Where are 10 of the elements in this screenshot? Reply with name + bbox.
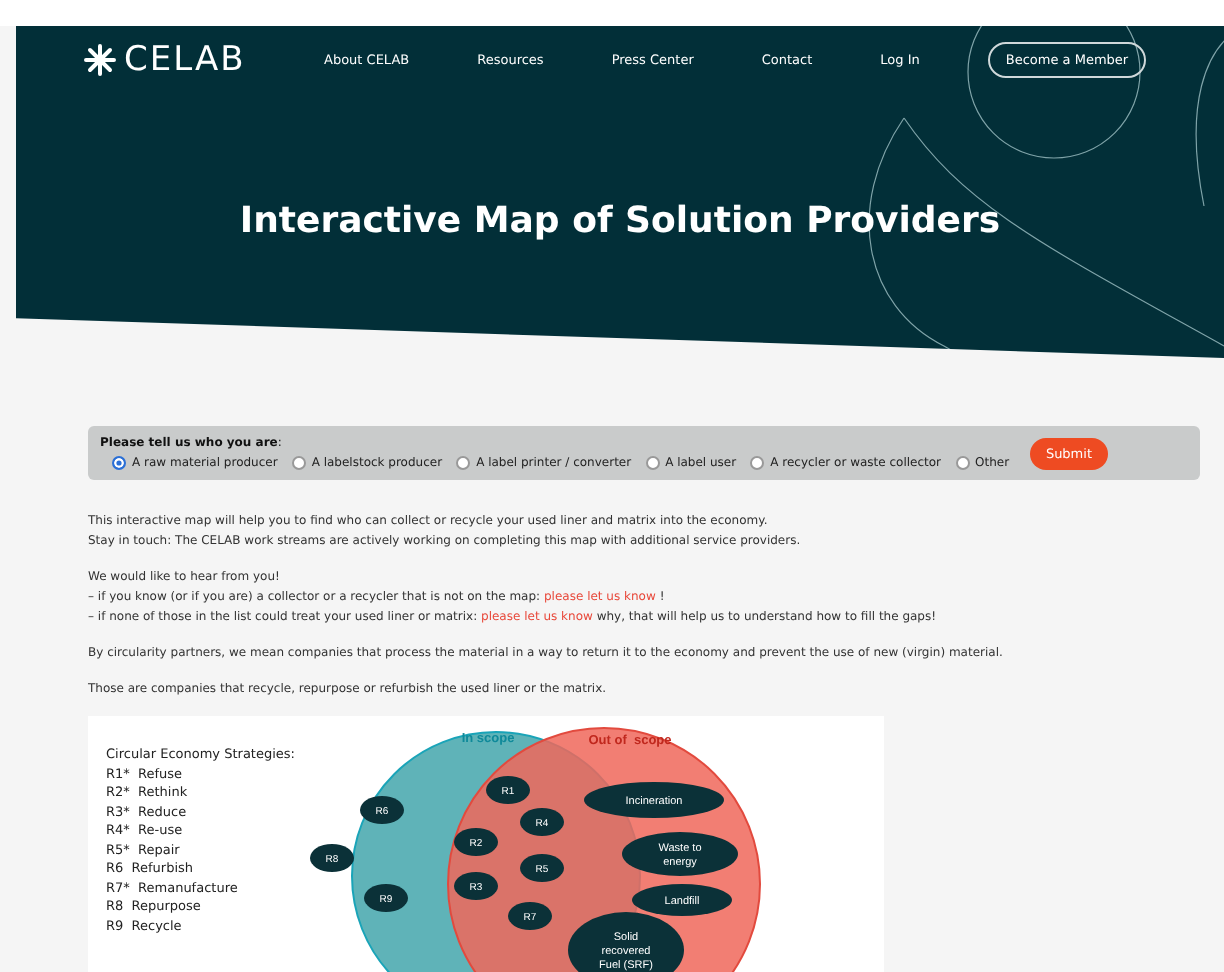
radio-button[interactable] [291, 456, 306, 470]
snowflake-icon [84, 44, 116, 76]
radio-button[interactable] [750, 456, 765, 470]
page-title: Interactive Map of Solution Providers [237, 200, 1003, 242]
radio-button[interactable] [645, 456, 660, 470]
radio-button[interactable] [955, 456, 970, 470]
logo-text: CELAB [124, 40, 246, 80]
celab-logo[interactable]: CELAB [84, 40, 324, 80]
radio-button[interactable] [456, 456, 471, 470]
radio-button[interactable] [112, 456, 126, 470]
